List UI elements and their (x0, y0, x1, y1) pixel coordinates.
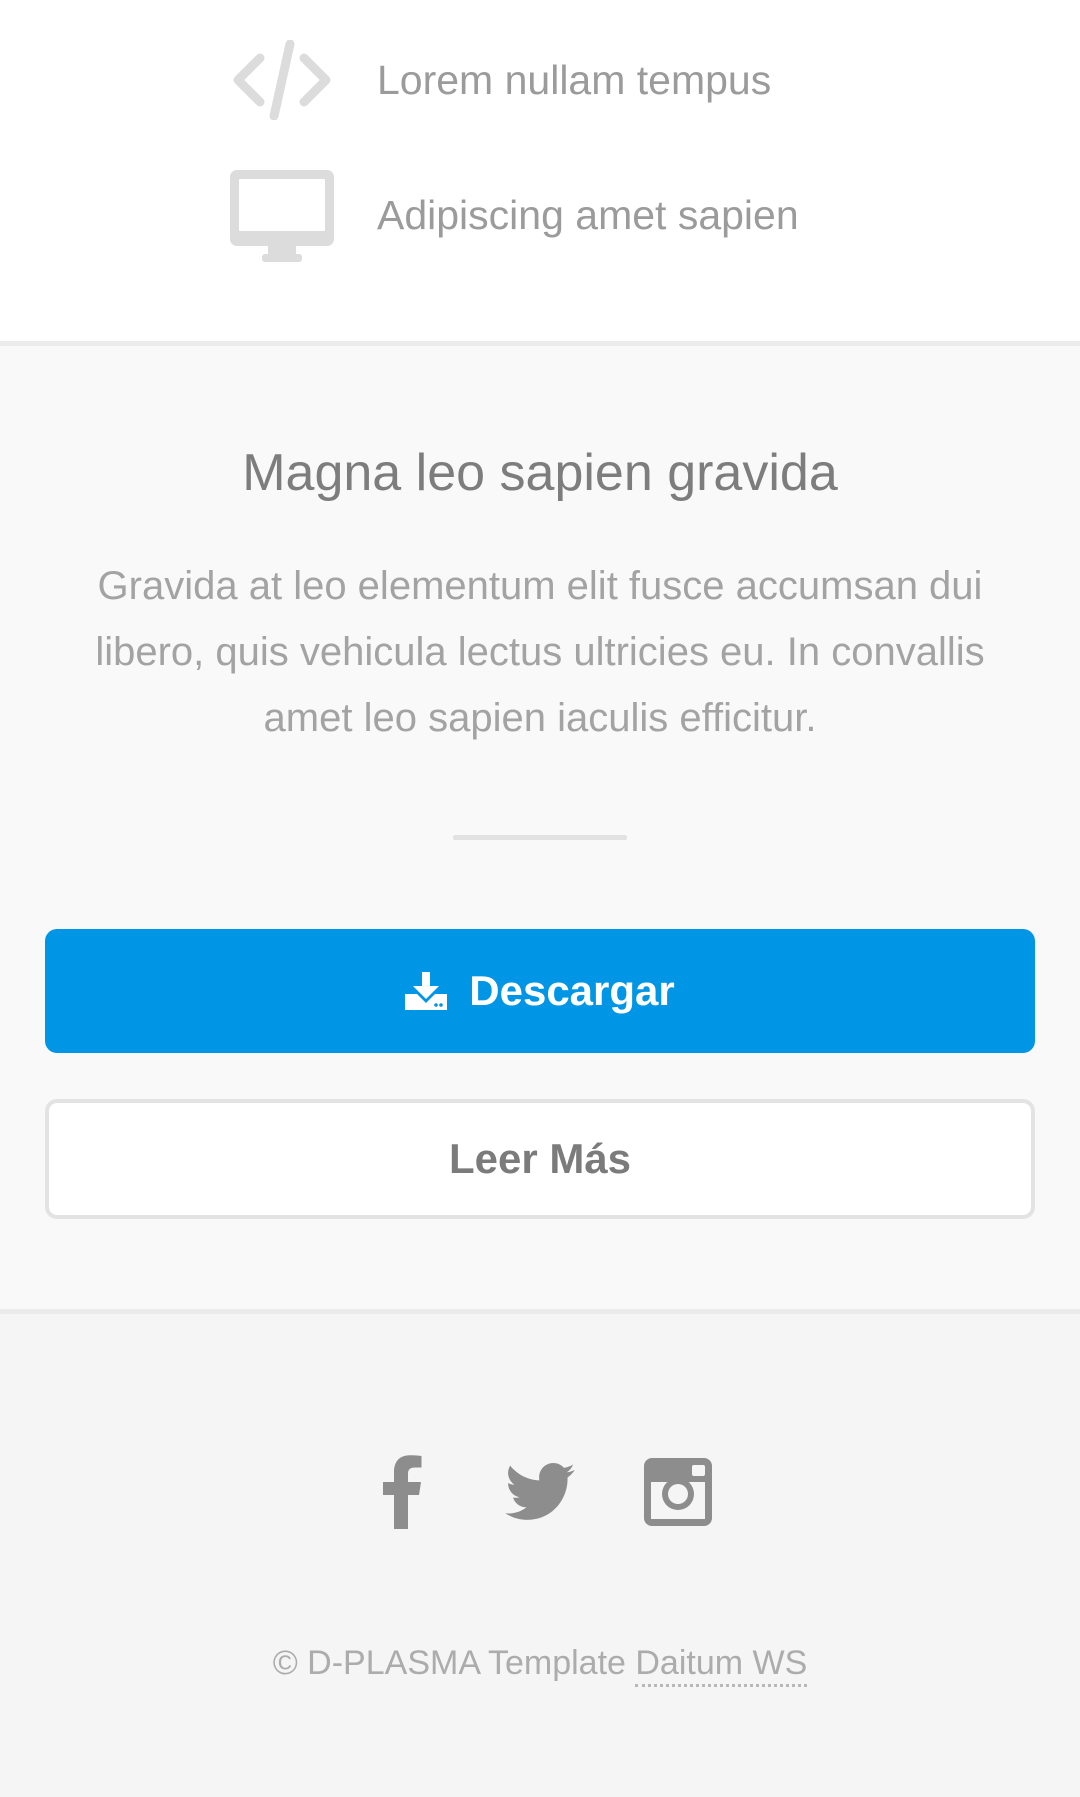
instagram-icon[interactable] (638, 1452, 718, 1532)
copyright-link[interactable]: Daitum WS (635, 1644, 808, 1687)
code-icon (227, 40, 337, 120)
read-more-button[interactable]: Leer Más (45, 1099, 1035, 1219)
cta-rule (453, 835, 627, 840)
cta-title: Magna leo sapien gravida (242, 444, 838, 502)
feature-item-code: Lorem nullam tempus (227, 40, 771, 120)
cta-section: Magna leo sapien gravida Gravida at leo … (0, 346, 1080, 1309)
feature-label: Lorem nullam tempus (377, 56, 772, 103)
feature-label: Adipiscing amet sapien (377, 192, 799, 238)
feature-item-desktop: Adipiscing amet sapien (227, 158, 799, 273)
copyright-text: © D-PLASMA Template (272, 1644, 626, 1682)
read-more-button-label: Leer Más (448, 1135, 632, 1182)
footer: © D-PLASMA Template Daitum WS (0, 1314, 1080, 1797)
facebook-icon[interactable] (362, 1452, 442, 1532)
twitter-icon[interactable] (500, 1452, 580, 1532)
cta-description: Gravida at leo elementum elit fusce accu… (95, 564, 985, 740)
download-icon (405, 972, 448, 1010)
desktop-icon (227, 168, 337, 264)
download-button-label: Descargar (469, 967, 675, 1014)
copyright: © D-PLASMA Template Daitum WS (0, 1644, 1080, 1687)
social-links (0, 1452, 1080, 1532)
download-button[interactable]: Descargar (45, 929, 1035, 1053)
features-section: Lorem nullam tempus Adipiscing amet sapi… (0, 0, 1080, 341)
